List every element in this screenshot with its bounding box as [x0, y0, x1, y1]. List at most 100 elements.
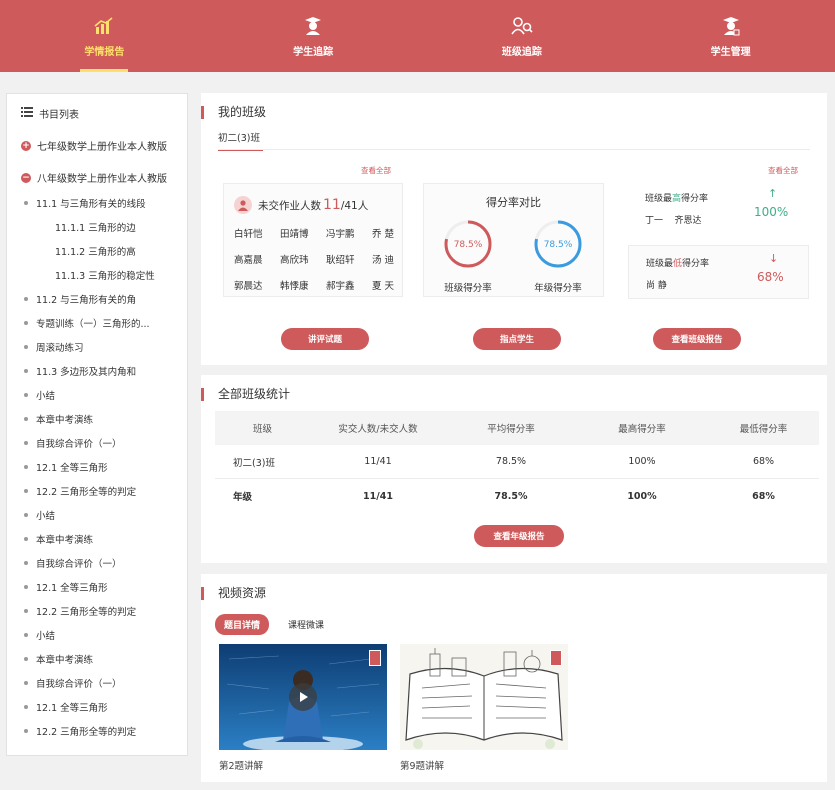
student-name: 冯宇鹏 [326, 229, 355, 240]
chapter-label: 11.1.3 三角形的稳定性 [55, 271, 155, 282]
review-questions-button[interactable]: 讲评试题 [281, 328, 369, 350]
chapter-item[interactable]: 自我综合评价（一） [21, 671, 187, 695]
student-name: 韩悸康 [280, 281, 309, 292]
missing-label: 未交作业人数 [258, 199, 321, 212]
chapter-item[interactable]: 12.2 三角形全等的判定 [21, 719, 187, 743]
book-item[interactable]: + 七年级数学上册作业本人教版 [21, 138, 187, 153]
chapter-item[interactable]: 小结 [21, 623, 187, 647]
bullet-icon [24, 393, 28, 397]
header-cell: 最高得分率 [618, 424, 666, 435]
bullet-icon [24, 201, 28, 205]
lowest-rate-card: 班级最低得分率 尚 静 ↓ 68% [628, 245, 809, 299]
chapter-item[interactable]: 12.1 全等三角形 [21, 695, 187, 719]
chapter-item[interactable]: 12.2 三角形全等的判定 [21, 599, 187, 623]
missing-total: /41人 [340, 199, 369, 212]
highest-names: 丁一 齐恩达 [645, 216, 702, 226]
chapter-label: 自我综合评价（一） [36, 679, 122, 690]
chapter-label: 周滚动练习 [36, 343, 84, 354]
bullet-icon [24, 681, 28, 685]
bullet-icon [24, 297, 28, 301]
chapter-label: 本章中考演练 [36, 415, 94, 426]
student-name: 高嘉晨 [234, 255, 263, 266]
student-name: 乔 楚 [372, 229, 395, 240]
chapter-label: 小结 [36, 511, 56, 522]
video-thumbnail[interactable] [400, 644, 568, 750]
chapter-item[interactable]: 自我综合评价（一） [21, 431, 187, 455]
header-cell: 班级 [252, 424, 272, 435]
guide-students-button[interactable]: 指点学生 [473, 328, 561, 350]
student-name: 郝宇鑫 [326, 281, 355, 292]
tab-micro-course[interactable]: 课程微课 [279, 614, 333, 635]
grade-report-button[interactable]: 查看年级报告 [474, 525, 564, 547]
chapter-item[interactable]: 11.1.2 三角形的高 [21, 239, 187, 263]
sidebar-header: 书目列表 [21, 106, 187, 121]
chapter-item[interactable]: 11.1.1 三角形的边 [21, 215, 187, 239]
bookmark-icon [550, 650, 562, 666]
chapter-item[interactable]: 12.1 全等三角形 [21, 575, 187, 599]
chapter-item[interactable]: 小结 [21, 503, 187, 527]
bullet-icon [24, 345, 28, 349]
tab-question-detail[interactable]: 题目详情 [215, 614, 270, 635]
chapter-item[interactable]: 12.2 三角形全等的判定 [21, 479, 187, 503]
bullet-icon [24, 561, 28, 565]
missing-header: 未交作业人数 11 /41人 [234, 196, 368, 214]
stats-table: 班级 实交人数/未交人数 平均得分率 最高得分率 最低得分率 初二(3)班 11… [215, 411, 819, 513]
chapter-label: 11.1.2 三角形的高 [55, 247, 136, 258]
missing-names: 白轩恺 田靖博 冯宇鹏 乔 楚高嘉晨 高欣玮 耿绍轩 汤 迪郭晨达 韩悸康 郝宇鑫 夏 天 [234, 226, 402, 292]
nav-label: 班级追踪 [501, 46, 542, 58]
chapter-item[interactable]: 自我综合评价（一） [21, 551, 187, 575]
nav-label: 学生追踪 [293, 46, 334, 58]
chapter-item[interactable]: 11.2 与三角形有关的角 [21, 287, 187, 311]
student-icon [302, 15, 324, 37]
chapter-label: 12.2 三角形全等的判定 [36, 727, 137, 738]
chapter-item[interactable]: 本章中考演练 [21, 647, 187, 671]
chapter-label: 11.3 多边形及其内角和 [36, 367, 137, 378]
chapter-item[interactable]: 专题训练（一）三角形的... [21, 311, 187, 335]
table-row: 初二(3)班 11/41 78.5% 100% 68% [215, 445, 819, 479]
chart-icon [93, 15, 115, 37]
video-thumbnail[interactable] [219, 644, 387, 750]
chapter-label: 专题训练（一）三角形的... [36, 319, 150, 330]
book-illustration [400, 644, 568, 750]
student-name: 耿绍轩 [326, 255, 355, 266]
chapter-item[interactable]: 小结 [21, 383, 187, 407]
table-cell: 年级 [233, 492, 253, 503]
chapter-item[interactable]: 本章中考演练 [21, 407, 187, 431]
bullet-icon [24, 609, 28, 613]
tab-class[interactable]: 初二(3)班 [218, 130, 263, 151]
nav-item-student-track[interactable]: 学生追踪 [209, 0, 418, 72]
arrow-down-icon: ↓ [769, 252, 779, 265]
book-item[interactable]: − 八年级数学上册作业本人教版 [21, 170, 187, 185]
chapter-label: 11.1.1 三角形的边 [55, 223, 136, 234]
chapter-item[interactable]: 12.1 全等三角形 [21, 455, 187, 479]
chapter-label: 小结 [36, 631, 56, 642]
chapter-item[interactable]: 本章中考演练 [21, 527, 187, 551]
chapter-label: 小结 [36, 391, 56, 402]
chapter-item[interactable]: 11.3 多边形及其内角和 [21, 359, 187, 383]
table-cell: 100% [627, 490, 657, 502]
play-icon[interactable] [289, 683, 317, 711]
nav-item-report[interactable]: 学情报告 [0, 0, 209, 72]
book-sidebar: 书目列表 + 七年级数学上册作业本人教版 − 八年级数学上册作业本人教版 11.… [6, 93, 188, 756]
header-cell: 最低得分率 [739, 424, 788, 435]
collapse-icon: − [21, 172, 31, 183]
chapter-label: 12.1 全等三角形 [36, 583, 108, 594]
view-all-link[interactable]: 查看全部 [361, 165, 391, 176]
table-header: 班级 实交人数/未交人数 平均得分率 最高得分率 最低得分率 [215, 411, 819, 445]
chapter-item[interactable]: 周滚动练习 [21, 335, 187, 359]
bullet-icon [24, 729, 28, 733]
lowest-label: 班级最低得分率 [646, 259, 710, 269]
svg-text:78.5%: 78.5% [544, 240, 573, 250]
chapter-item[interactable]: 11.1.3 三角形的稳定性 [21, 263, 187, 287]
compare-title: 得分率对比 [486, 196, 541, 209]
nav-item-student-manage[interactable]: 学生管理 [626, 0, 835, 72]
view-all-link[interactable]: 查看全部 [768, 165, 798, 176]
chapter-item[interactable]: 11.1 与三角形有关的线段 [21, 191, 187, 215]
class-report-button[interactable]: 查看班级报告 [653, 328, 741, 350]
table-cell: 100% [628, 456, 656, 467]
nav-item-class-track[interactable]: 班级追踪 [418, 0, 627, 72]
expand-icon: + [21, 140, 31, 151]
highest-rate-card: 班级最高得分率 丁一 齐恩达 ↑ 100% [628, 181, 809, 235]
student-name: 夏 天 [372, 281, 395, 292]
bullet-icon [24, 369, 28, 373]
